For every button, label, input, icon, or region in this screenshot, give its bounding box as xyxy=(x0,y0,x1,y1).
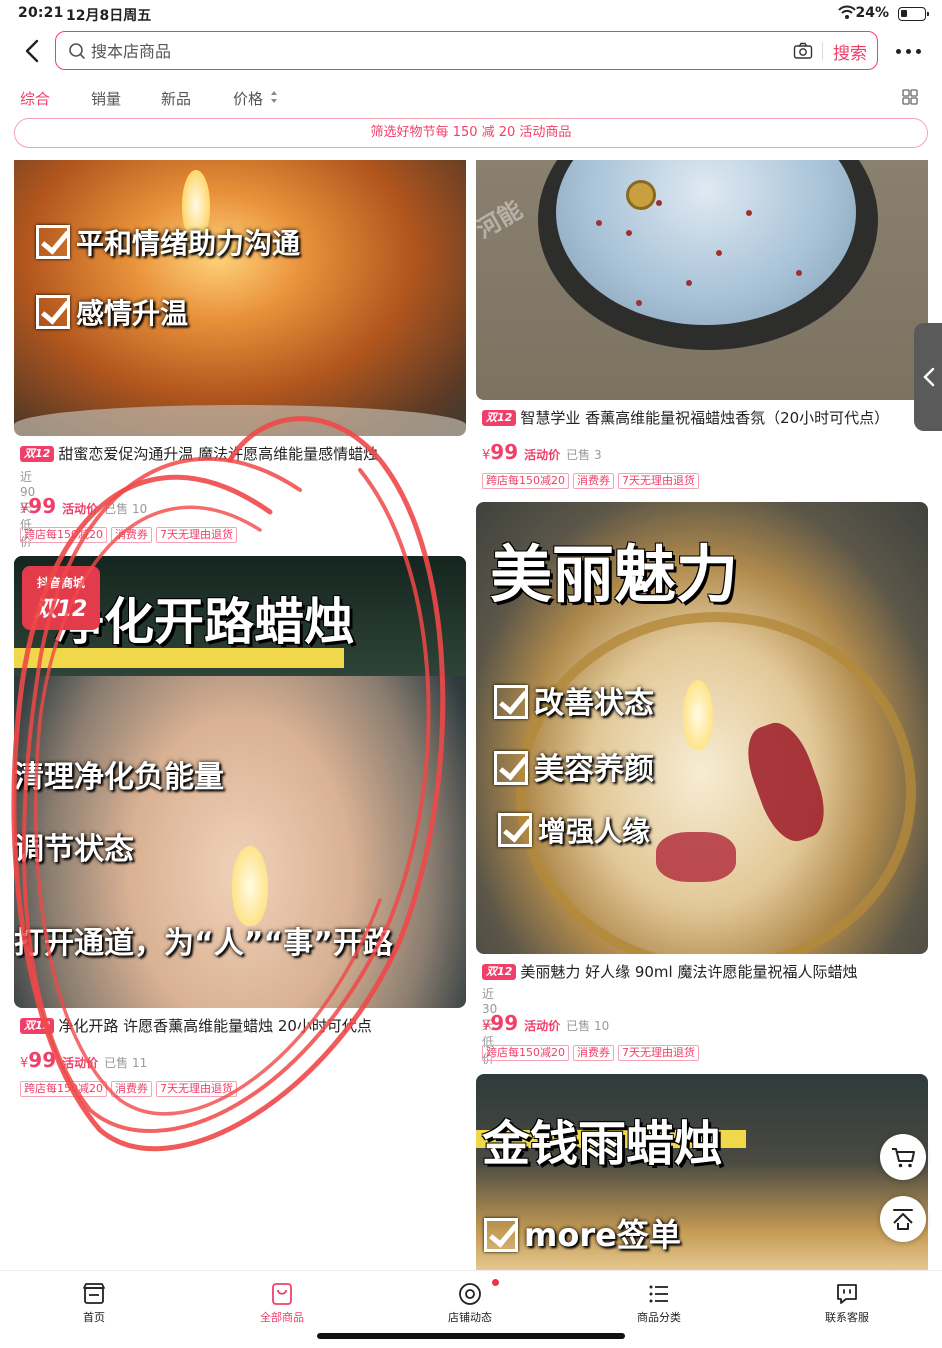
cart-icon xyxy=(892,1148,915,1168)
image-caption: 增强人缘 xyxy=(538,815,651,848)
chevron-left-icon xyxy=(923,367,935,387)
double12-badge: 双12 xyxy=(482,410,517,426)
image-caption: 平和情绪助力沟通 xyxy=(76,227,301,260)
product-price: ¥99 活动价 已售 10 xyxy=(482,1011,610,1035)
nav-home[interactable]: 首页 xyxy=(44,1281,144,1325)
grid-layout-icon[interactable] xyxy=(902,89,918,105)
header: 搜索 xyxy=(0,28,942,76)
sticker: 抖音商城 双12 xyxy=(22,566,100,630)
camera-circle-icon xyxy=(459,1283,481,1305)
status-bar: 20:21 12月8日周五 24% xyxy=(0,0,942,28)
product-image: 美丽魅力 改善状态 美容养颜 增强人缘 xyxy=(476,502,928,954)
nav-categories[interactable]: 商品分类 xyxy=(609,1281,709,1325)
search-bar[interactable]: 搜索 xyxy=(55,31,878,70)
product-tags: 跨店每150减20 消费券 7天无理由退货 xyxy=(20,1077,241,1097)
double12-badge: 双12 xyxy=(482,964,517,980)
status-date: 12月8日周五 xyxy=(66,8,152,24)
product-image: 净化开路蜡烛 抖音商城 双12 清理净化负能量 调节状态 打开通道，为“人”“事… xyxy=(14,556,466,1008)
wifi-icon xyxy=(838,5,856,19)
bag-icon xyxy=(272,1283,292,1305)
back-arrow-icon[interactable] xyxy=(20,38,46,64)
image-caption: 美容养颜 xyxy=(534,752,654,787)
image-caption: 改善状态 xyxy=(534,686,654,721)
nav-label: 商品分类 xyxy=(637,1311,681,1324)
product-title: 双12 智慧学业 香薰高维能量祝福蜡烛香氛（20小时可代点） xyxy=(482,408,922,428)
nav-customer-service[interactable]: 联系客服 xyxy=(797,1281,897,1325)
promo-banner[interactable]: 筛选好物节每 150 减 20 活动商品 xyxy=(14,118,928,148)
camera-icon[interactable] xyxy=(793,42,813,60)
store-icon xyxy=(83,1283,105,1304)
nav-label: 联系客服 xyxy=(825,1311,869,1324)
sort-tab-sales[interactable]: 销量 xyxy=(91,88,121,109)
nav-label: 全部商品 xyxy=(260,1311,304,1324)
more-options-icon[interactable] xyxy=(896,41,922,61)
search-button[interactable]: 搜索 xyxy=(829,39,871,64)
product-image: 平和情绪助力沟通 感情升温 xyxy=(14,160,466,436)
chat-icon xyxy=(837,1284,857,1304)
product-tags: 跨店每150减20 消费券 7天无理由退货 xyxy=(482,1041,703,1061)
product-image: 金钱雨蜡烛 more签单 xyxy=(476,1074,928,1270)
product-image: 河能 xyxy=(476,160,928,400)
product-tags: 跨店每150减20 消费券 7天无理由退货 xyxy=(482,469,703,489)
image-caption: more签单 xyxy=(524,1216,681,1254)
sort-tab-comprehensive[interactable]: 综合 xyxy=(20,88,50,109)
image-caption: 调节状态 xyxy=(14,832,134,867)
search-icon xyxy=(69,43,85,59)
side-drawer-tab[interactable] xyxy=(914,323,942,431)
nav-store-updates[interactable]: 店铺动态 xyxy=(420,1281,520,1325)
image-header: 金钱雨蜡烛 xyxy=(482,1116,723,1172)
battery-icon xyxy=(898,7,929,21)
home-indicator xyxy=(317,1333,625,1339)
sort-arrows-icon xyxy=(271,91,277,103)
search-divider xyxy=(822,42,823,60)
back-to-top-button[interactable] xyxy=(880,1196,926,1242)
nav-label: 店铺动态 xyxy=(448,1311,492,1324)
status-time: 20:21 xyxy=(18,5,64,21)
image-watermark: 河能 xyxy=(476,195,528,244)
cart-button[interactable] xyxy=(880,1134,926,1180)
shop-page: 20:21 12月8日周五 24% 搜索 xyxy=(0,0,942,1348)
double12-badge: 双12 xyxy=(20,1018,55,1034)
sort-tab-new[interactable]: 新品 xyxy=(161,88,191,109)
image-caption: 感情升温 xyxy=(76,297,189,330)
upload-arrow-icon xyxy=(893,1209,913,1230)
product-price: ¥99 活动价 已售 3 xyxy=(482,440,602,464)
product-price: ¥99 活动价 已售 10 xyxy=(20,494,148,518)
product-price: ¥99 活动价 已售 11 xyxy=(20,1048,148,1072)
battery-percent: 24% xyxy=(855,5,889,21)
search-input[interactable] xyxy=(91,38,771,64)
double12-badge: 双12 xyxy=(20,446,55,462)
image-caption: 清理净化负能量 xyxy=(14,760,224,795)
notification-dot xyxy=(492,1279,499,1286)
image-header: 美丽魅力 xyxy=(490,538,739,611)
sort-bar: 综合 销量 新品 价格 xyxy=(0,80,942,116)
list-icon xyxy=(649,1285,668,1303)
nav-label: 首页 xyxy=(83,1311,105,1324)
product-title: 双12 净化开路 许愿香薰高维能量蜡烛 20小时可代点 xyxy=(20,1016,460,1036)
product-title: 双12 美丽魅力 好人缘 90ml 魔法许愿能量祝福人际蜡烛 xyxy=(482,962,922,982)
product-tags: 跨店每150减20 消费券 7天无理由退货 xyxy=(20,523,241,543)
nav-all-products[interactable]: 全部商品 xyxy=(232,1281,332,1325)
product-title: 双12 甜蜜恋爱促沟通升温 魔法许愿高维能量感情蜡烛 xyxy=(20,444,460,464)
sort-tab-price[interactable]: 价格 xyxy=(233,88,263,109)
image-caption: 打开通道，为“人”“事”开路 xyxy=(14,926,393,961)
